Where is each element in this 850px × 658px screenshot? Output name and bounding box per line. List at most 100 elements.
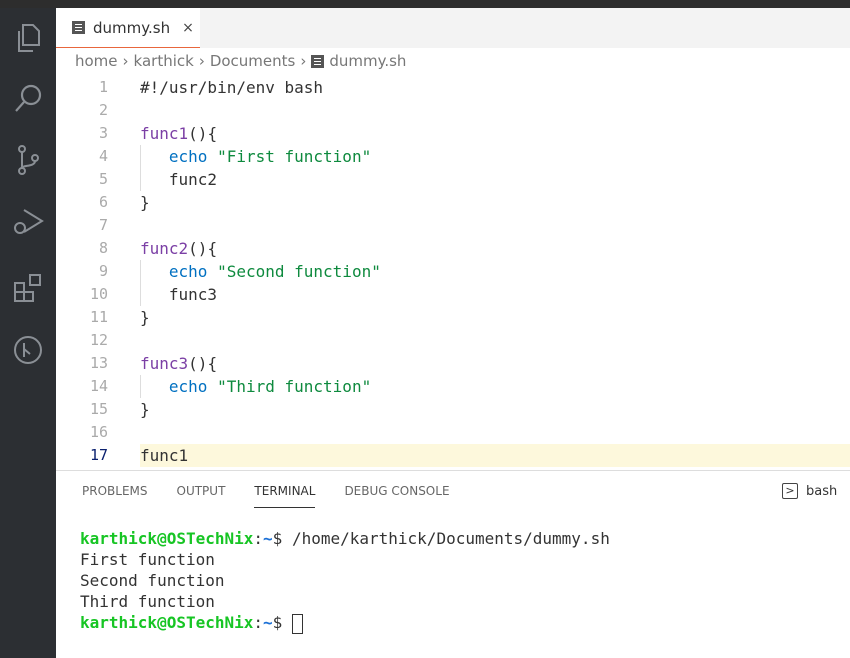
code-token — [140, 262, 169, 281]
code-token: } — [140, 308, 150, 327]
code-token: echo — [169, 377, 208, 396]
output-line: First function — [80, 549, 610, 570]
line-number: 5 — [56, 168, 108, 191]
terminal-line: karthick@OSTechNix:~$ /home/karthick/Doc… — [80, 528, 610, 549]
tab-dummy-sh[interactable]: dummy.sh × — [56, 8, 200, 48]
code-text: #!/usr/bin/env bash — [140, 76, 323, 99]
extensions-icon[interactable] — [10, 270, 46, 306]
code-line[interactable]: 5 func2 — [56, 168, 850, 191]
code-token: func1 — [140, 124, 188, 143]
code-line[interactable]: 10 func3 — [56, 283, 850, 306]
code-token — [207, 262, 217, 281]
git-graph-icon[interactable] — [10, 332, 46, 368]
terminal[interactable]: karthick@OSTechNix:~$ /home/karthick/Doc… — [80, 528, 610, 633]
line-number: 13 — [56, 352, 108, 375]
tab-output[interactable]: OUTPUT — [177, 484, 226, 508]
code-line[interactable]: 12 — [56, 329, 850, 352]
indent-guide — [140, 283, 141, 306]
code-text: func1 — [140, 444, 850, 467]
line-number: 11 — [56, 306, 108, 329]
line-number: 12 — [56, 329, 108, 352]
code-line[interactable]: 3 func1(){ — [56, 122, 850, 145]
code-text: } — [140, 398, 150, 421]
code-text: } — [140, 191, 150, 214]
debug-icon[interactable] — [10, 204, 46, 240]
line-number: 14 — [56, 375, 108, 398]
code-token: echo — [169, 262, 208, 281]
code-editor[interactable]: 1#!/usr/bin/env bash23func1(){4 echo "Fi… — [56, 76, 850, 470]
prompt-symbol: $ — [273, 529, 283, 548]
tab-debug-console[interactable]: DEBUG CONSOLE — [344, 484, 449, 508]
indent-guide — [140, 375, 141, 398]
activity-bar — [0, 8, 56, 658]
code-text: func3(){ — [140, 352, 217, 375]
breadcrumb-item[interactable]: Documents — [210, 52, 296, 70]
line-number: 3 — [56, 122, 108, 145]
explorer-icon[interactable] — [10, 20, 46, 56]
code-line[interactable]: 1#!/usr/bin/env bash — [56, 76, 850, 99]
code-token: #!/usr/bin/env bash — [140, 78, 323, 97]
code-text: echo "Second function" — [140, 260, 381, 283]
search-icon[interactable] — [10, 80, 46, 116]
code-token — [140, 377, 169, 396]
code-line[interactable]: 6} — [56, 191, 850, 214]
code-text: func1(){ — [140, 122, 217, 145]
code-line[interactable]: 9 echo "Second function" — [56, 260, 850, 283]
file-icon — [311, 55, 324, 68]
code-line[interactable]: 13 func3(){ — [56, 352, 850, 375]
code-line[interactable]: 15} — [56, 398, 850, 421]
code-text: echo "Third function" — [140, 375, 371, 398]
indent-guide — [140, 260, 141, 283]
code-token: func2 — [140, 239, 188, 258]
prompt-user: karthick@OSTechNix — [80, 529, 253, 548]
code-text: } — [140, 306, 150, 329]
source-control-icon[interactable] — [10, 142, 46, 178]
code-token: } — [140, 400, 150, 419]
prompt-dir: ~ — [263, 613, 273, 632]
breadcrumb: home› karthick› Documents› dummy.sh — [75, 52, 406, 70]
line-number: 9 — [56, 260, 108, 283]
panel-tabs: PROBLEMS OUTPUT TERMINAL DEBUG CONSOLE — [82, 484, 450, 508]
code-token — [207, 147, 217, 166]
breadcrumb-item[interactable]: dummy.sh — [329, 52, 406, 70]
code-line[interactable]: 2 — [56, 99, 850, 122]
code-line[interactable]: 4 echo "First function" — [56, 145, 850, 168]
code-line[interactable]: 17 func1 — [56, 444, 850, 467]
prompt-sep: : — [253, 529, 263, 548]
prompt-dir: ~ — [263, 529, 273, 548]
terminal-line: karthick@OSTechNix:~$ — [80, 612, 610, 633]
code-line[interactable]: 16 — [56, 421, 850, 444]
shell-name: bash — [806, 484, 837, 499]
code-token: } — [140, 193, 150, 212]
code-line[interactable]: 8func2(){ — [56, 237, 850, 260]
line-number: 17 — [56, 444, 108, 467]
terminal-cursor — [292, 614, 303, 634]
chevron-right-icon: › — [199, 52, 205, 70]
prompt-symbol: $ — [273, 613, 283, 632]
code-text: func2 — [140, 168, 217, 191]
code-text: func3 — [140, 283, 217, 306]
code-text: func2(){ — [140, 237, 217, 260]
line-number: 7 — [56, 214, 108, 237]
code-line[interactable]: 11} — [56, 306, 850, 329]
indent-guide — [140, 145, 141, 168]
code-line[interactable]: 7 — [56, 214, 850, 237]
tab-problems[interactable]: PROBLEMS — [82, 484, 148, 508]
panel-divider[interactable] — [56, 470, 850, 471]
command: /home/karthick/Documents/dummy.sh — [282, 529, 610, 548]
code-token: func1 — [140, 446, 188, 465]
breadcrumb-item[interactable]: karthick — [134, 52, 194, 70]
output-line: Third function — [80, 591, 610, 612]
tab-terminal[interactable]: TERMINAL — [254, 484, 315, 508]
code-token: "Third function" — [217, 377, 371, 396]
close-icon[interactable]: × — [182, 20, 194, 36]
code-line[interactable]: 14 echo "Third function" — [56, 375, 850, 398]
code-token: "Second function" — [217, 262, 381, 281]
code-token: "First function" — [217, 147, 371, 166]
title-bar — [0, 0, 850, 8]
terminal-selector[interactable]: > bash — [782, 483, 837, 499]
code-token: (){ — [188, 239, 217, 258]
output-line: Second function — [80, 570, 610, 591]
chevron-right-icon: › — [300, 52, 306, 70]
breadcrumb-item[interactable]: home — [75, 52, 118, 70]
